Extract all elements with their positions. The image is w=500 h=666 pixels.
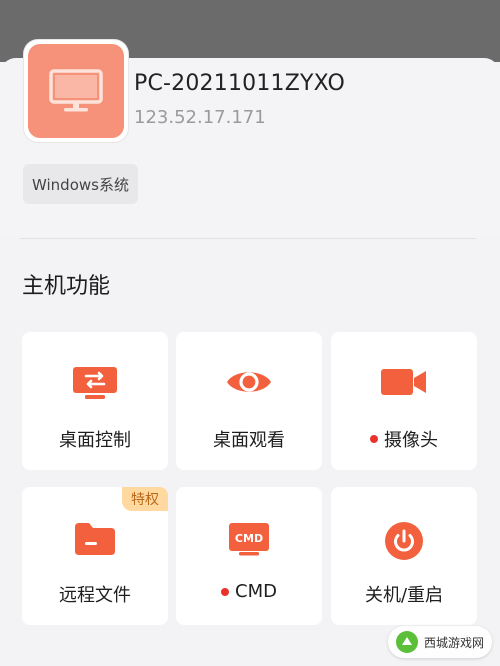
tile-cmd[interactable]: CMD CMD xyxy=(176,487,322,625)
folder-icon xyxy=(73,521,117,561)
watermark-text: 西城游戏网 xyxy=(423,635,484,650)
watermark-logo-icon xyxy=(395,631,418,653)
device-name: PC-20211011ZYXO xyxy=(134,71,346,96)
site-watermark: 西城游戏网 xyxy=(387,626,492,658)
divider xyxy=(20,238,476,239)
device-avatar xyxy=(24,40,128,142)
desktop-switch-icon xyxy=(72,366,118,404)
tile-label: 远程文件 xyxy=(59,585,131,606)
tile-desktop-view[interactable]: 桌面观看 xyxy=(176,332,322,470)
tile-label: 摄像头 xyxy=(384,430,438,451)
tile-label: 关机/重启 xyxy=(364,585,444,606)
status-dot xyxy=(370,435,378,443)
os-tag: Windows系统 xyxy=(23,164,138,204)
tile-label: 桌面观看 xyxy=(213,430,285,451)
eye-icon xyxy=(225,366,273,402)
power-icon xyxy=(384,521,424,565)
tile-desktop-control[interactable]: 桌面控制 xyxy=(22,332,168,470)
tile-label: 桌面控制 xyxy=(59,430,131,451)
tile-remote-files[interactable]: 特权 远程文件 xyxy=(22,487,168,625)
cmd-icon-text: CMD xyxy=(235,532,263,545)
cmd-terminal-icon: CMD xyxy=(227,521,271,561)
tile-camera[interactable]: 摄像头 xyxy=(331,332,477,470)
video-camera-icon xyxy=(380,366,428,402)
section-title: 主机功能 xyxy=(22,274,111,299)
privilege-badge: 特权 xyxy=(122,487,168,511)
tile-label: CMD xyxy=(235,581,277,602)
tile-power[interactable]: 关机/重启 xyxy=(331,487,477,625)
device-ip: 123.52.17.171 xyxy=(134,107,266,128)
status-dot xyxy=(221,587,230,596)
monitor-icon xyxy=(28,44,124,138)
